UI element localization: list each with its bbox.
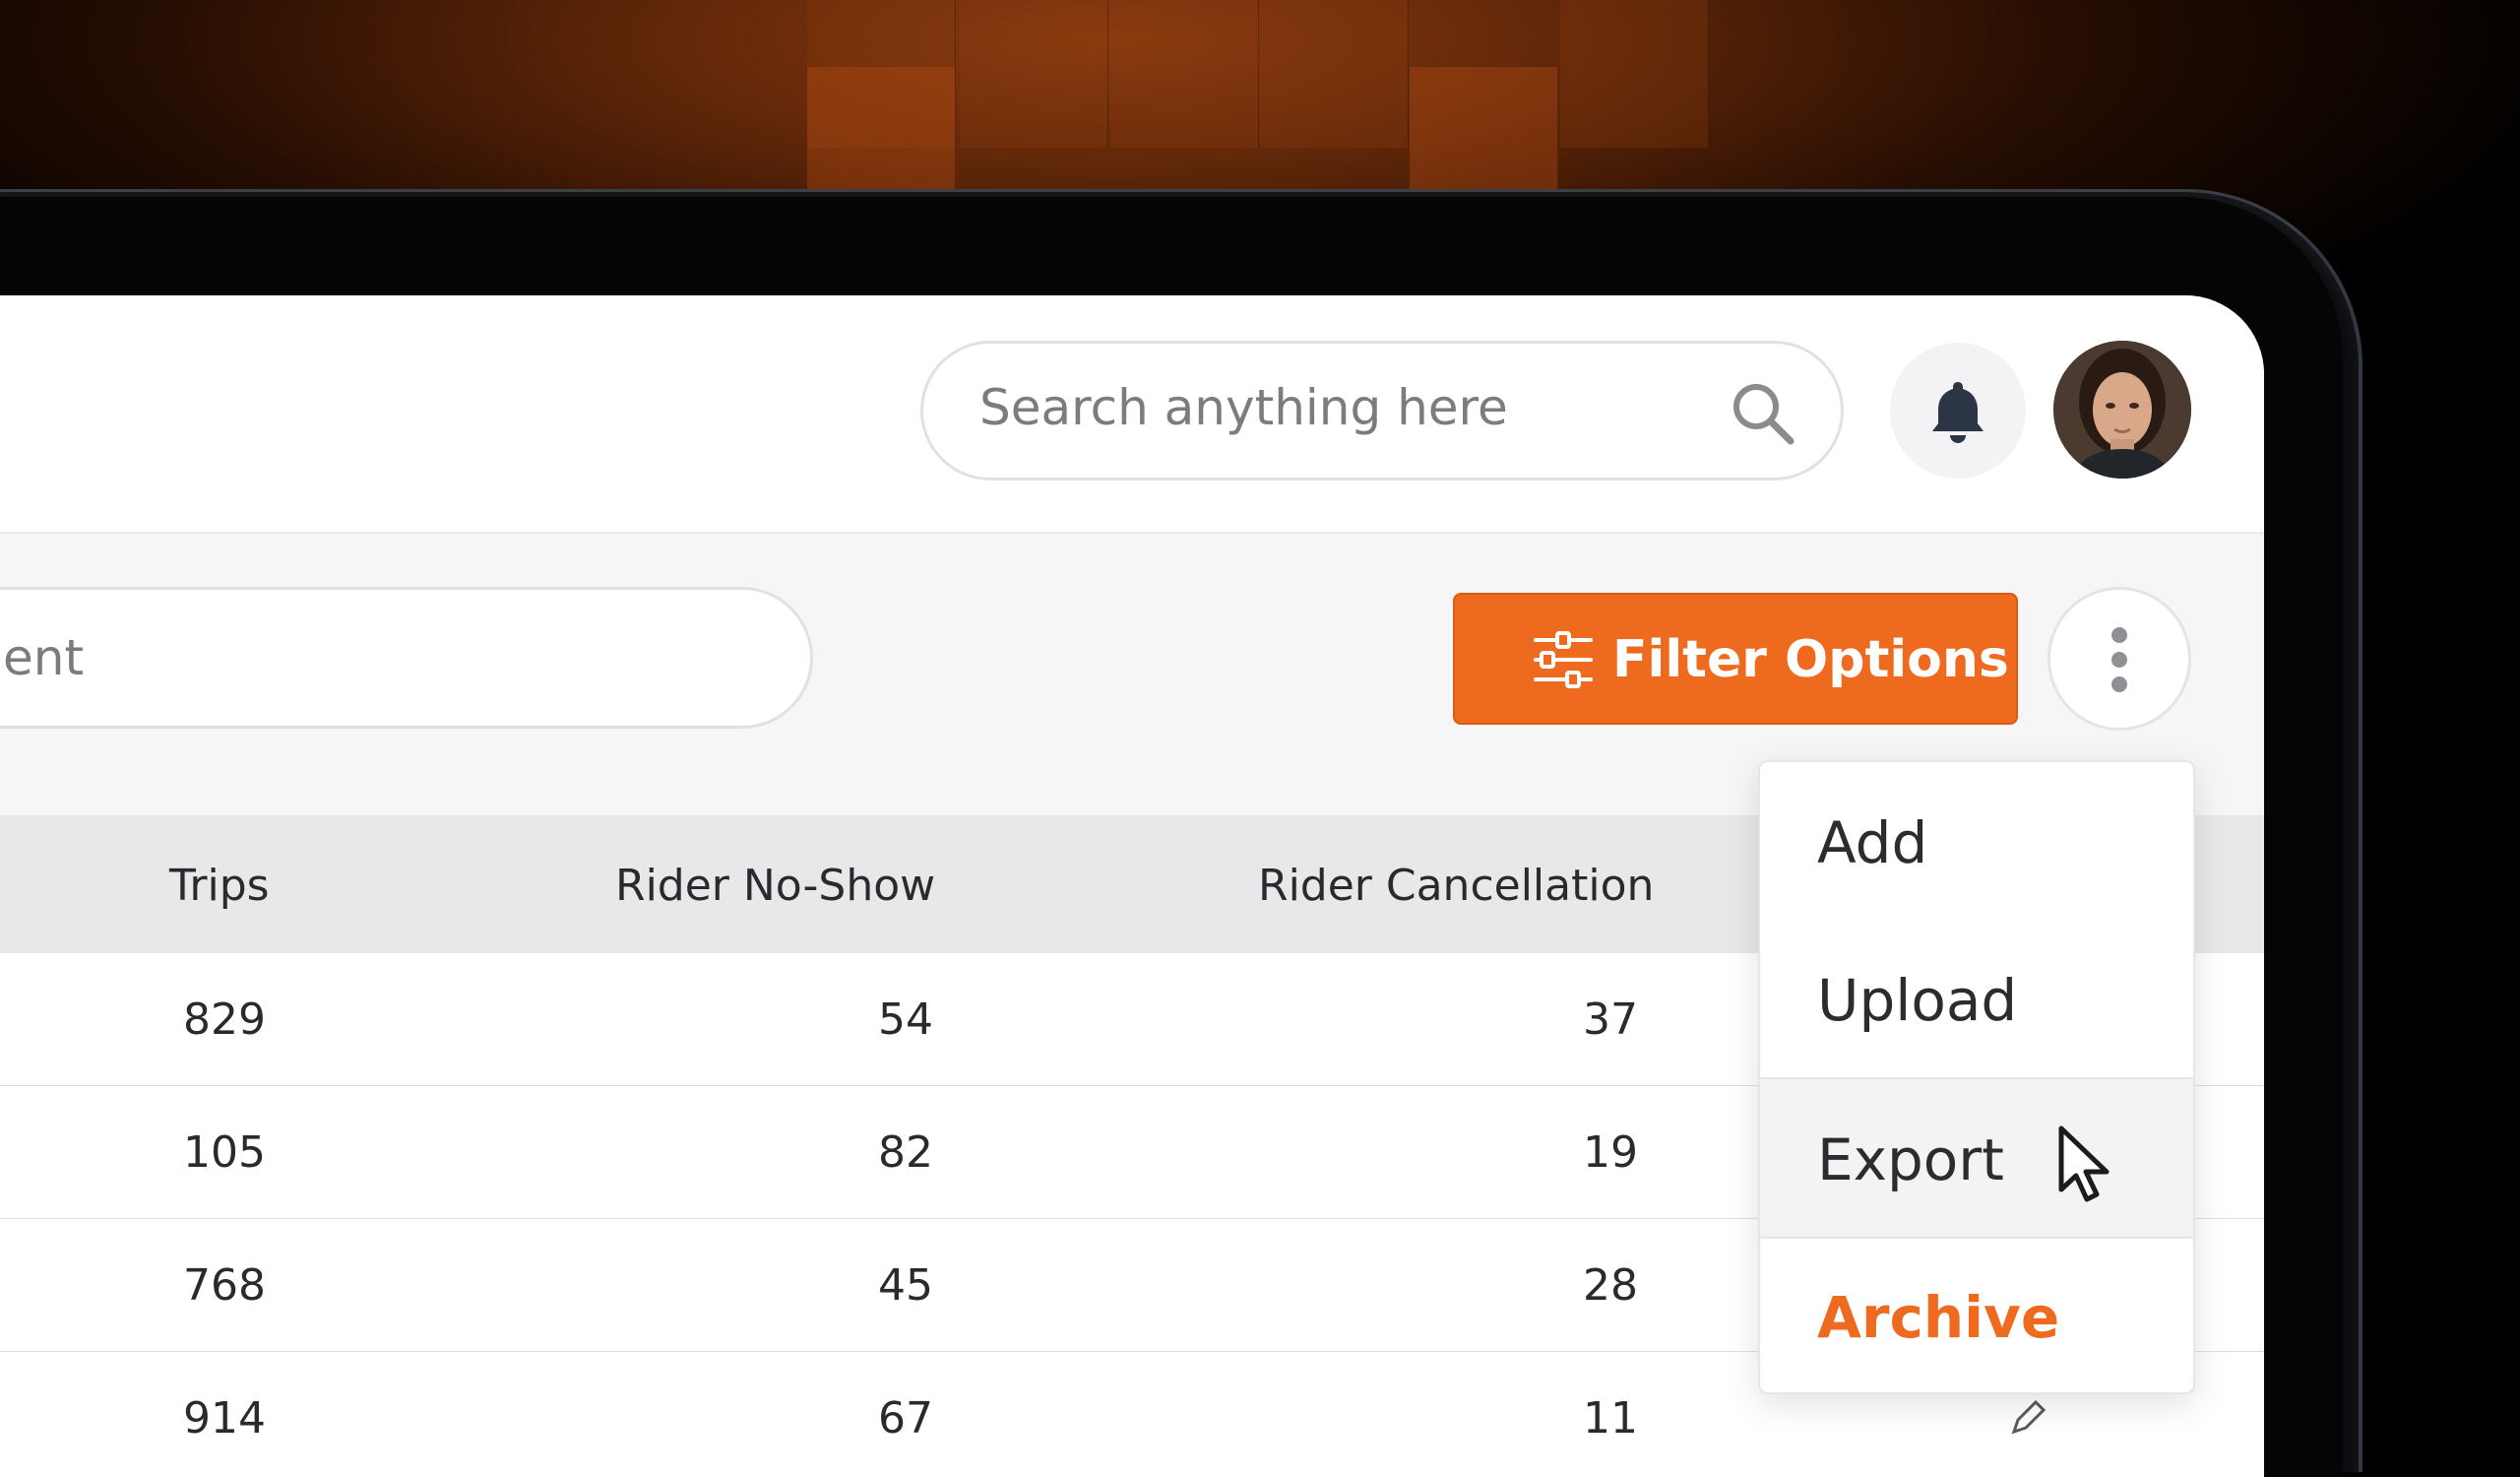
mouse-cursor-icon — [2058, 1125, 2110, 1202]
cell-rider-no-show: 54 — [878, 995, 933, 1045]
menu-item-add[interactable]: Add — [1760, 762, 2193, 920]
search-icon[interactable] — [1729, 379, 1797, 448]
cell-rider-cancellation: 11 — [1583, 1393, 1638, 1444]
cell-rider-cancellation: 28 — [1583, 1260, 1638, 1311]
bg-tile — [1410, 67, 1558, 195]
cell-rider-no-show: 45 — [878, 1260, 933, 1311]
cell-trips: 105 — [183, 1127, 266, 1178]
bg-tile — [1110, 0, 1259, 148]
bg-tile — [960, 0, 1108, 148]
global-search-input[interactable]: Search anything here — [920, 341, 1844, 481]
notifications-button[interactable] — [1890, 343, 2026, 479]
bg-tile — [1260, 0, 1409, 148]
more-options-menu: Add Upload Export Archive — [1758, 760, 2195, 1394]
avatar-portrait — [2053, 341, 2191, 479]
sliders-icon — [1534, 631, 1593, 688]
avatar[interactable] — [2053, 341, 2191, 479]
column-header-rider-cancellation[interactable]: Rider Cancellation — [1258, 861, 1654, 911]
top-bar: Search anything here — [0, 295, 2264, 534]
bell-icon — [1932, 382, 1984, 443]
cell-trips: 829 — [183, 995, 266, 1045]
filter-options-label: Filter Options — [1612, 630, 2009, 689]
menu-item-label: Export — [1817, 1126, 2004, 1193]
cell-rider-cancellation: 19 — [1583, 1127, 1638, 1178]
vertical-dots-icon — [2111, 627, 2127, 643]
menu-item-label: Upload — [1817, 967, 2018, 1034]
cell-rider-no-show: 67 — [878, 1393, 933, 1444]
column-header-trips[interactable]: Trips — [169, 861, 270, 911]
menu-item-export[interactable]: Export — [1760, 1077, 2193, 1239]
more-options-button[interactable] — [2048, 587, 2191, 731]
cell-trips: 914 — [183, 1393, 266, 1444]
bg-tile — [807, 67, 956, 195]
filter-options-button[interactable]: Filter Options — [1453, 593, 2018, 725]
cell-rider-no-show: 82 — [878, 1127, 933, 1178]
edit-icon[interactable] — [2008, 1398, 2048, 1438]
column-header-rider-no-show[interactable]: Rider No-Show — [615, 861, 935, 911]
menu-item-label: Add — [1817, 809, 1928, 876]
list-search-text: ent — [3, 629, 85, 686]
app-screen: Search anything here ent Filter Options … — [0, 295, 2264, 1477]
cell-trips: 768 — [183, 1260, 266, 1311]
menu-item-archive[interactable]: Archive — [1760, 1237, 2193, 1392]
cell-rider-cancellation: 37 — [1583, 995, 1638, 1045]
list-search-input[interactable]: ent — [0, 587, 813, 729]
bg-tile — [1560, 0, 1709, 148]
vertical-dots-icon — [2111, 676, 2127, 692]
vertical-dots-icon — [2111, 652, 2127, 668]
search-placeholder: Search anything here — [979, 379, 1508, 436]
menu-item-upload[interactable]: Upload — [1760, 920, 2193, 1077]
menu-item-label: Archive — [1817, 1284, 2060, 1351]
